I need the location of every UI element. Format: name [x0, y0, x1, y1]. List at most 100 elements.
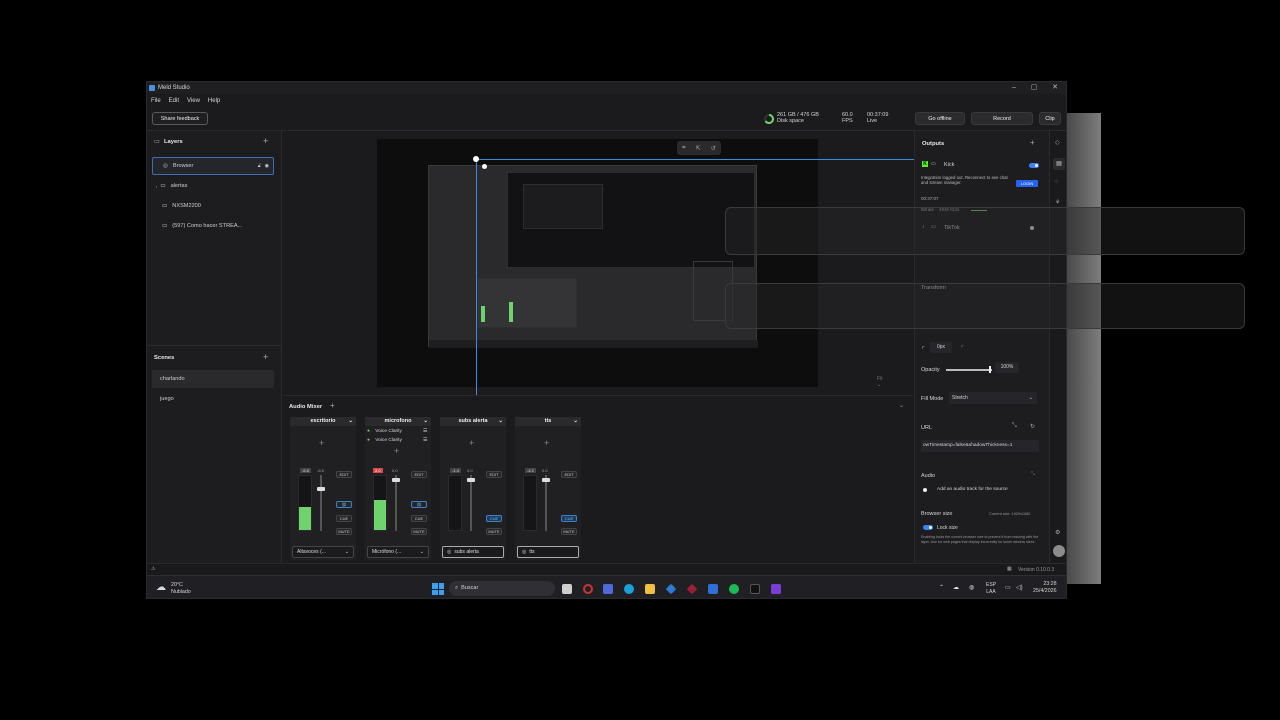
fader-knob[interactable] — [542, 478, 550, 482]
add-layer-button[interactable]: + — [263, 136, 268, 146]
layer-item-youtube[interactable]: ▭ (597) Como hacer STREA... — [152, 217, 274, 235]
filter-item[interactable]: ● Voice Clarity ☰ — [367, 436, 427, 445]
crop-icon[interactable]: ⌗ — [682, 145, 685, 152]
device-select[interactable]: Altavoces (... ⌄ — [292, 546, 354, 558]
link-icon[interactable]: ⛓ — [336, 501, 352, 508]
cue-button[interactable]: CUE — [336, 515, 352, 522]
fader-knob[interactable] — [317, 487, 325, 491]
scene-item-juego[interactable]: juego — [152, 390, 274, 408]
settings-rail-icon[interactable]: ⚙ — [1055, 529, 1060, 536]
login-button[interactable]: LOGIN — [1016, 180, 1038, 187]
corner-radius-input[interactable]: 0px — [930, 342, 952, 353]
close-button[interactable]: ✕ — [1045, 82, 1065, 94]
weather-icon[interactable]: ☁ — [156, 582, 166, 593]
opacity-slider[interactable] — [946, 369, 992, 371]
add-filter-button[interactable]: + — [469, 438, 474, 448]
align-icon[interactable]: ⇱ — [696, 145, 701, 152]
audio-track-radio[interactable] — [923, 488, 927, 492]
tray-app-icon[interactable]: ◍ — [969, 584, 974, 591]
filter-item[interactable]: ● Voice Clarity ☰ — [367, 427, 427, 436]
layer-item-browser[interactable]: ◎ Browser 🔓︎ ◉ — [152, 157, 274, 175]
visibility-icon[interactable]: ◉ — [265, 163, 269, 169]
menu-view[interactable]: View — [187, 98, 200, 104]
volume-fader[interactable] — [470, 475, 472, 531]
clapper-icon[interactable] — [771, 584, 781, 594]
url-action-icon[interactable]: ⤡ — [1012, 423, 1017, 430]
reload-icon[interactable]: ↻ — [1030, 423, 1035, 430]
cue-button[interactable]: CUE — [486, 515, 502, 522]
edge-icon[interactable] — [624, 584, 634, 594]
add-audio-button[interactable]: + — [330, 401, 335, 410]
meld-studio-taskbar-icon[interactable] — [603, 584, 613, 594]
device-select[interactable]: Micrófono (... ⌄ — [367, 546, 429, 558]
clip-button[interactable]: Clip — [1039, 112, 1061, 125]
layer-item-alertas[interactable]: › ▭ alertas — [152, 177, 274, 195]
maximize-button[interactable]: ▢ — [1024, 82, 1044, 94]
cue-button[interactable]: CUE — [411, 515, 427, 522]
properties-rail-icon[interactable]: ▤ — [1053, 158, 1065, 170]
clock-date[interactable]: 25/4/2026 — [1033, 588, 1057, 595]
tray-chevron-icon[interactable]: ⌃ — [939, 584, 944, 591]
edit-button[interactable]: EDIT — [486, 471, 502, 478]
opacity-value[interactable]: 100% — [995, 362, 1019, 373]
lock-icon[interactable]: 🔓︎ — [258, 163, 261, 169]
opacity-slider-thumb[interactable] — [989, 366, 991, 373]
record-button[interactable]: Record — [971, 112, 1033, 125]
minimize-button[interactable]: – — [1004, 82, 1024, 94]
network-icon[interactable]: ▭ — [1005, 584, 1011, 591]
add-output-button[interactable]: + — [1030, 138, 1035, 147]
device-select[interactable]: ◎ subs alerta — [442, 546, 504, 558]
chevron-right-icon[interactable]: › — [156, 184, 157, 189]
share-feedback-button[interactable]: Share feedback — [152, 112, 208, 125]
selection-handle[interactable] — [473, 156, 479, 162]
tray-app-icon[interactable]: ☁ — [953, 584, 959, 591]
scene-item-charlando[interactable]: charlando — [152, 370, 274, 388]
chat-rail-icon[interactable]: ◌ — [1055, 179, 1059, 185]
go-offline-button[interactable]: Go offline — [915, 112, 965, 125]
outputs-rail-icon[interactable]: ◇ — [1055, 139, 1060, 146]
lock-size-toggle[interactable] — [923, 525, 933, 530]
mail-icon[interactable] — [708, 584, 718, 594]
add-filter-button[interactable]: + — [544, 438, 549, 448]
channel-name[interactable]: subs alerta ⌄ — [440, 417, 506, 426]
language-code[interactable]: ESP — [986, 582, 996, 589]
add-scene-button[interactable]: + — [263, 352, 268, 362]
edit-button[interactable]: EDIT — [561, 471, 577, 478]
fader-knob[interactable] — [467, 478, 475, 482]
link-icon[interactable]: ⛓ — [411, 501, 427, 508]
channel-name[interactable]: tts ⌄ — [515, 417, 581, 426]
menu-help[interactable]: Help — [208, 98, 220, 104]
spotify-icon[interactable] — [729, 584, 739, 594]
mute-button[interactable]: MUTE — [561, 528, 577, 535]
taskbar-search[interactable]: ⌕ Buscar — [449, 581, 555, 596]
add-filter-button[interactable]: + — [394, 446, 399, 456]
add-filter-button[interactable]: + — [319, 438, 324, 448]
fit-dropdown[interactable]: Fit ⌄ — [877, 376, 883, 388]
kick-toggle[interactable] — [1029, 163, 1039, 168]
device-select[interactable]: ◎ tts — [517, 546, 579, 558]
layout-code[interactable]: LAA — [986, 589, 996, 596]
menu-edit[interactable]: Edit — [169, 98, 179, 104]
channel-name[interactable]: microfono ⌄ — [365, 417, 431, 426]
edit-button[interactable]: EDIT — [411, 471, 427, 478]
volume-fader[interactable] — [545, 475, 547, 531]
volume-icon[interactable]: ◁) — [1016, 584, 1023, 591]
layer-item-nxsm2200[interactable]: ▭ NXSM2200 — [152, 197, 274, 215]
avatar[interactable] — [1053, 545, 1065, 557]
effects-rail-icon[interactable]: ⚘ — [1055, 199, 1060, 206]
menu-file[interactable]: File — [151, 98, 161, 104]
task-view-icon[interactable] — [562, 584, 572, 594]
app-icon[interactable] — [686, 583, 698, 595]
volume-fader[interactable] — [320, 475, 322, 531]
selection-handle[interactable] — [482, 164, 487, 169]
volume-fader[interactable] — [395, 475, 397, 531]
url-input[interactable]: owTimestamp=false&shadowThickness=1 — [921, 440, 1039, 452]
edit-button[interactable]: EDIT — [336, 471, 352, 478]
mute-button[interactable]: MUTE — [336, 528, 352, 535]
mute-button[interactable]: MUTE — [411, 528, 427, 535]
opera-icon[interactable] — [583, 584, 593, 594]
windows-start-icon[interactable] — [432, 583, 444, 595]
collapse-mixer-icon[interactable]: ⌄ — [899, 402, 904, 409]
fill-mode-select[interactable]: Stretch ⌄ — [949, 392, 1037, 404]
reset-icon[interactable]: ↺ — [711, 145, 716, 152]
